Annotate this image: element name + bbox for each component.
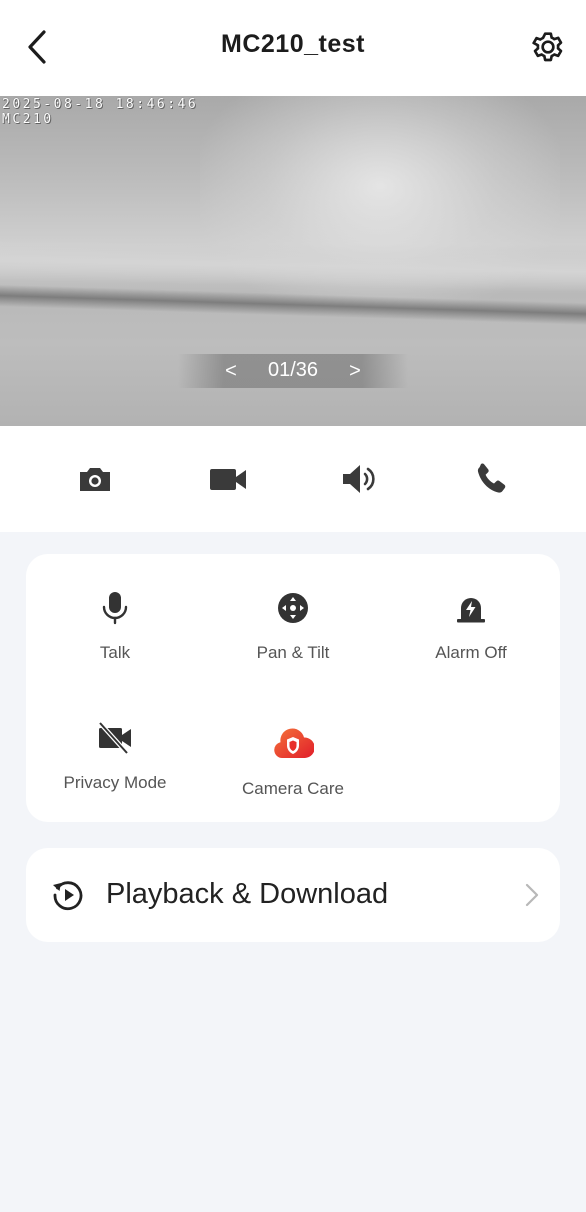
camera-care-icon [274, 728, 315, 758]
alarm-off-button[interactable]: Alarm Off [382, 590, 560, 663]
pager-prev-button[interactable]: < [218, 358, 244, 384]
microphone-icon [102, 592, 128, 625]
alarm-icon [457, 598, 485, 623]
image-pager: < 01/36 > [178, 354, 408, 388]
playback-download-label: Playback & Download [106, 878, 389, 910]
phone-call-icon [477, 463, 506, 493]
playback-download-row[interactable]: Playback & Download [26, 848, 560, 942]
video-toolbar [0, 426, 586, 532]
call-button[interactable] [472, 459, 512, 499]
pager-count: 01/36 [267, 359, 319, 381]
gear-icon [532, 32, 563, 62]
playback-icon [53, 881, 83, 911]
pan-tilt-label: Pan & Tilt [256, 643, 330, 662]
pan-tilt-button[interactable]: Pan & Tilt [204, 590, 382, 663]
controls-card: Talk Pan & Tilt Alarm Off Privacy Mode C… [26, 554, 560, 822]
camera-snapshot-icon [80, 468, 110, 491]
talk-button[interactable]: Talk [26, 590, 204, 663]
privacy-mode-label: Privacy Mode [63, 773, 167, 792]
privacy-mode-button[interactable]: Privacy Mode [26, 720, 204, 793]
header-bar: MC210_test [0, 0, 586, 96]
privacy-mode-icon [98, 721, 131, 755]
live-video-view[interactable]: 2025-08-18 18:46:46 MC210 < 01/36 > [0, 96, 586, 426]
settings-button[interactable] [528, 27, 568, 67]
speaker-icon [343, 465, 375, 493]
video-record-icon [210, 469, 246, 490]
pager-next-button[interactable]: > [342, 358, 368, 384]
camera-care-button[interactable]: Camera Care [204, 726, 382, 799]
record-button[interactable] [208, 459, 248, 499]
speaker-button[interactable] [340, 459, 380, 499]
camera-care-label: Camera Care [241, 779, 345, 798]
osd-timestamp: 2025-08-18 18:46:46 [2, 97, 199, 112]
alarm-off-label: Alarm Off [435, 643, 507, 662]
osd-camera-name: MC210 [2, 112, 54, 127]
page-title: MC210_test [221, 30, 365, 58]
chevron-right-icon [525, 883, 539, 907]
snapshot-button[interactable] [75, 459, 115, 499]
talk-label: Talk [99, 643, 131, 662]
pan-tilt-icon [278, 593, 308, 623]
